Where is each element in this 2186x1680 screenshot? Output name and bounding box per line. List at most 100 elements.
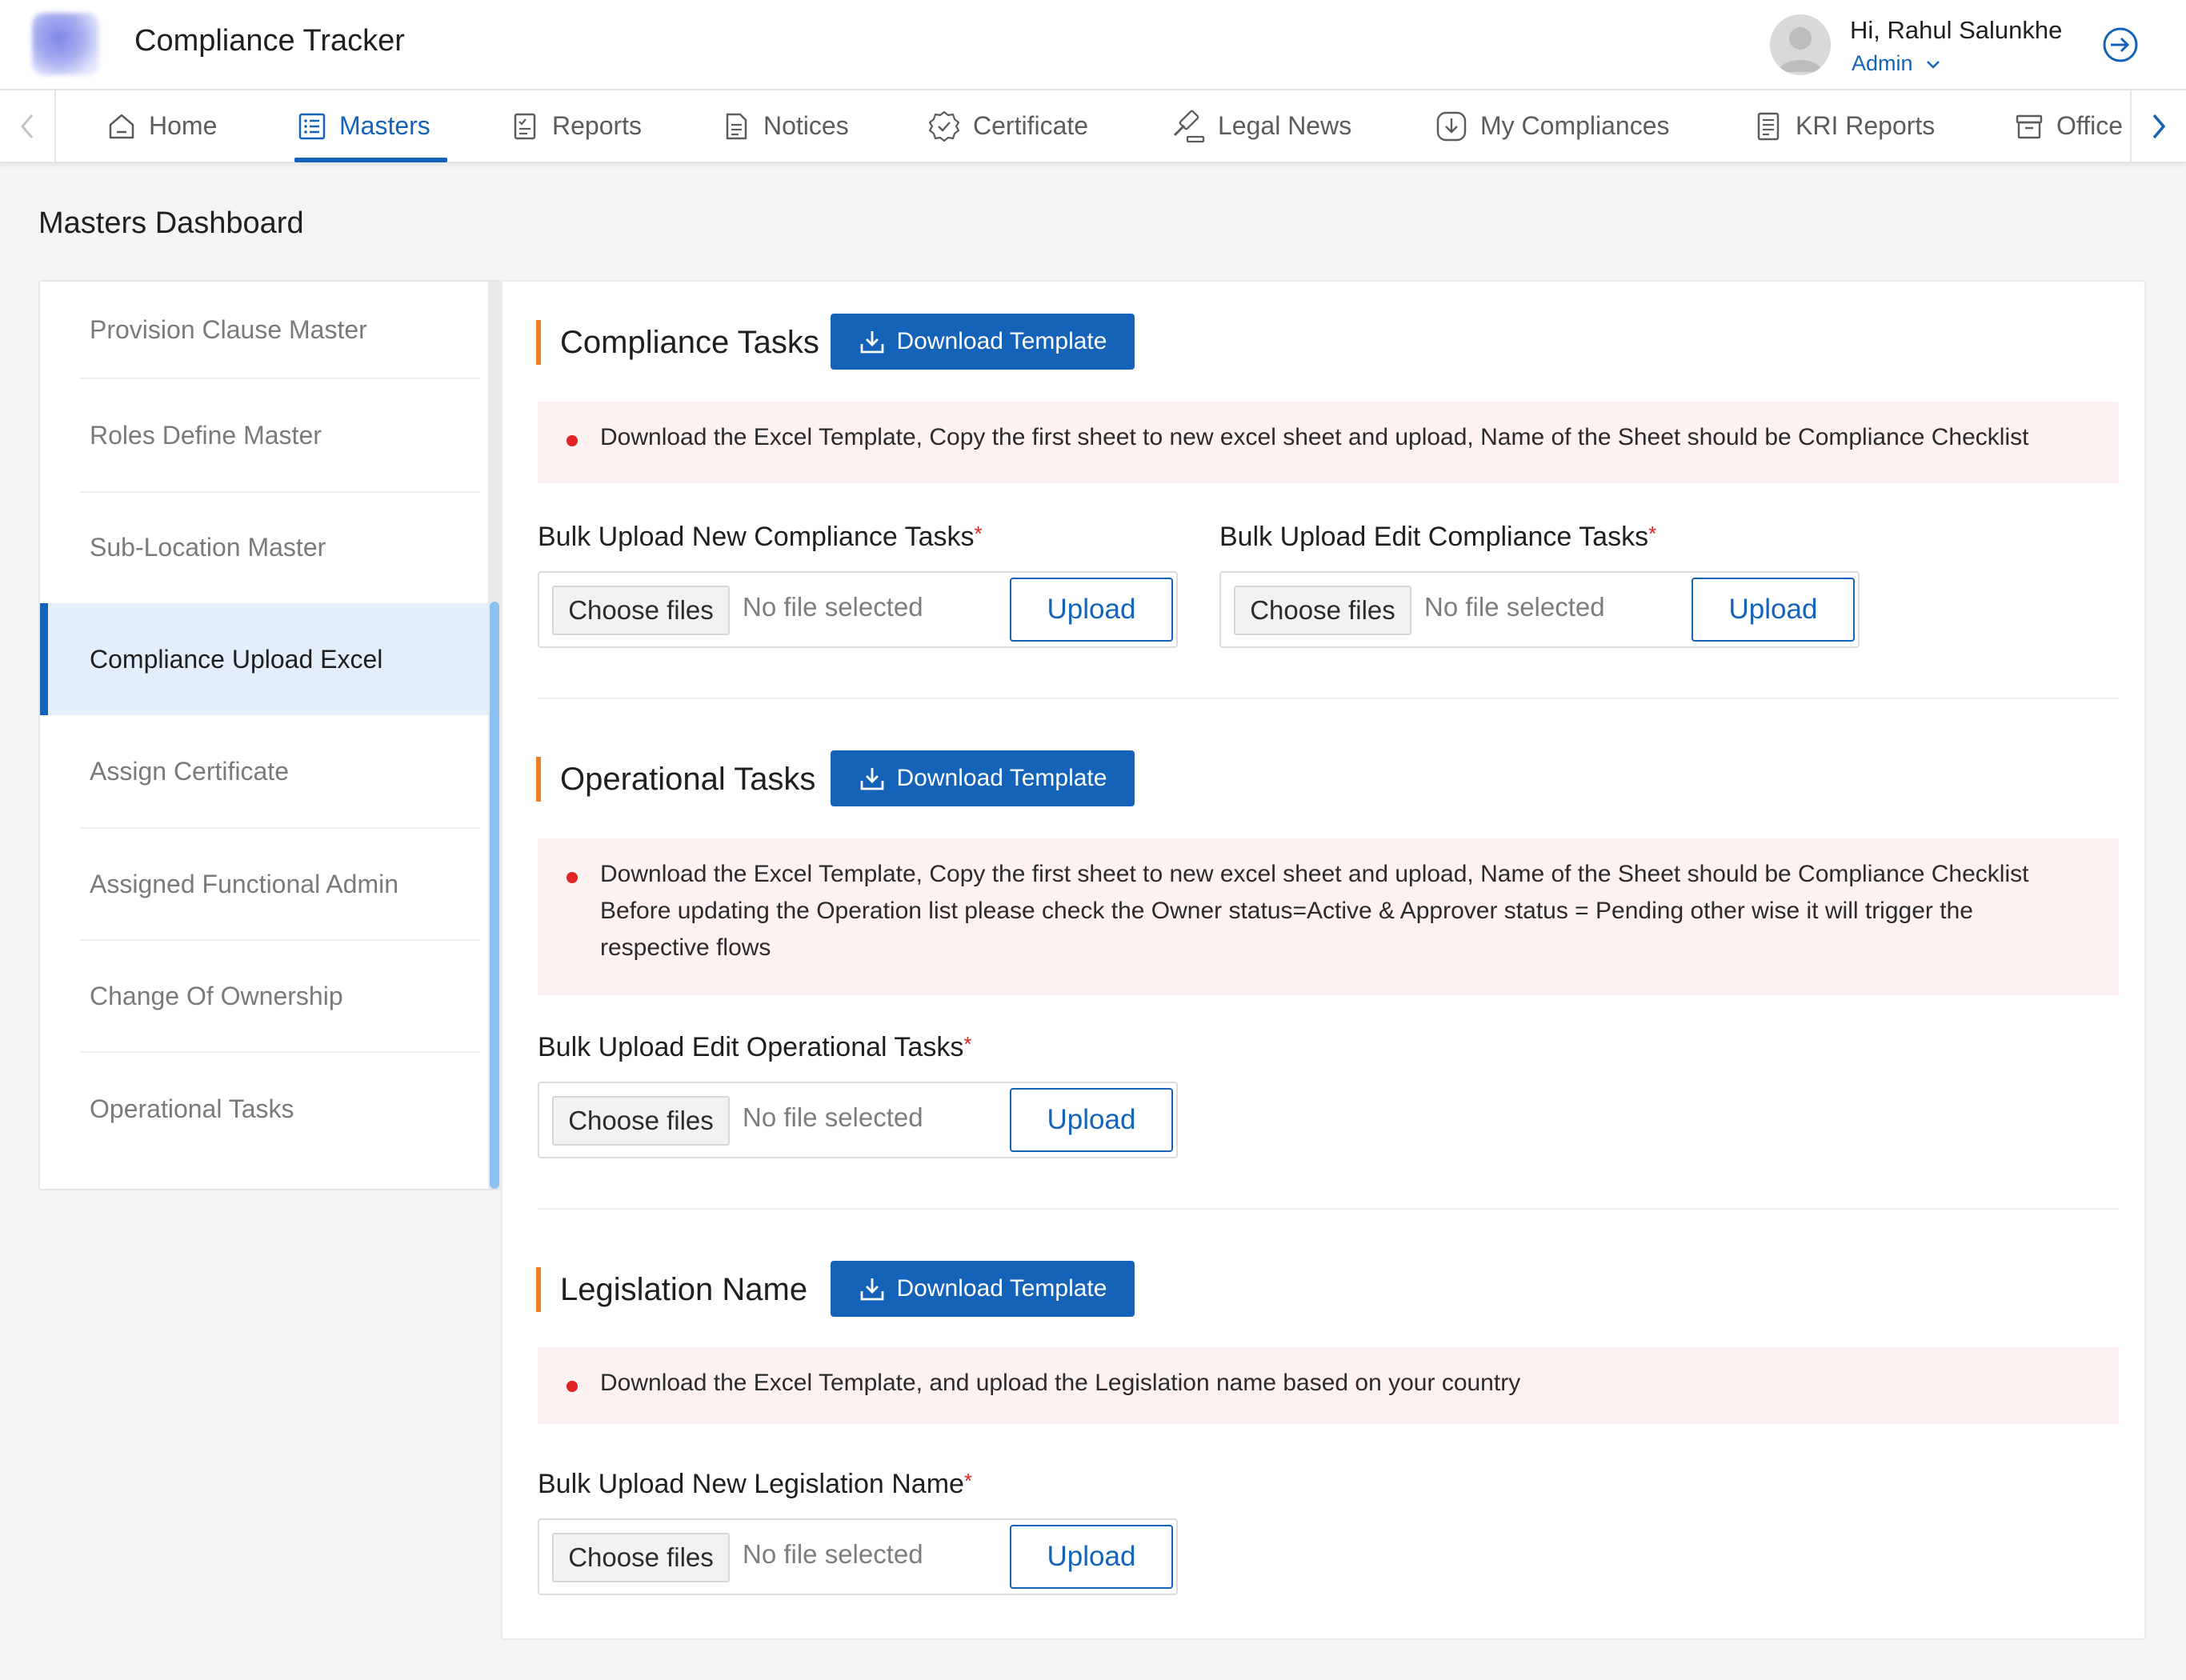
gavel-icon (1173, 110, 1205, 142)
main-nav: Home Masters Reports Notices Certificate… (0, 90, 2186, 163)
download-template-label: Download Template (896, 328, 1107, 354)
notice-text: Download the Excel Template, Copy the fi… (600, 424, 2029, 450)
sidebar-item-label: Provision Clause Master (90, 314, 367, 344)
sidebar-item-label: Roles Define Master (90, 420, 322, 450)
sidebar-item-assign-certificate[interactable]: Assign Certificate (40, 715, 488, 827)
download-icon (860, 1278, 883, 1301)
logout-icon[interactable] (2101, 26, 2140, 64)
sidebar-item-provision-clause-master[interactable]: Provision Clause Master (40, 282, 488, 378)
required-mark: * (963, 1469, 973, 1493)
choose-files-button[interactable]: Choose files (552, 586, 730, 635)
archive-icon (2016, 114, 2043, 138)
file-status-text: No file selected (1424, 592, 1605, 622)
field-label-bulk-upload-edit-operational-tasks: Bulk Upload Edit Operational Tasks* (538, 1032, 971, 1063)
sidebar-item-assigned-functional-admin[interactable]: Assigned Functional Admin (40, 829, 488, 939)
report-list-icon (1757, 112, 1780, 140)
section-title-compliance-tasks: Compliance Tasks (536, 320, 819, 365)
field-label-bulk-upload-new-legislation-name: Bulk Upload New Legislation Name* (538, 1469, 972, 1500)
nav-item-home[interactable]: Home (106, 90, 217, 162)
nav-item-office[interactable]: Office (2013, 90, 2123, 162)
download-template-label: Download Template (896, 1275, 1107, 1302)
notice-text: Download the Excel Template, and upload … (600, 1370, 1521, 1396)
upload-button[interactable]: Upload (1692, 578, 1855, 642)
masters-sidebar: Provision Clause Master Roles Define Mas… (38, 280, 501, 1190)
field-label-text: Bulk Upload Edit Compliance Tasks (1219, 522, 1649, 552)
file-status-text: No file selected (743, 1102, 923, 1132)
download-icon (860, 768, 883, 790)
download-template-button[interactable]: Download Template (831, 314, 1135, 370)
page-title: Masters Dashboard (38, 206, 304, 240)
nav-item-legal-news[interactable]: Legal News (1170, 90, 1351, 162)
nav-item-label: Home (149, 111, 218, 140)
field-label-text: Bulk Upload New Legislation Name (538, 1469, 964, 1499)
document-icon (726, 113, 747, 139)
file-upload-new-compliance-tasks: Choose files No file selected Upload (538, 571, 1178, 648)
upload-button[interactable]: Upload (1010, 1525, 1173, 1589)
user-role-dropdown[interactable]: Admin (1852, 51, 1941, 76)
nav-item-label: Office (2056, 111, 2123, 140)
section-divider (538, 698, 2119, 699)
badge-icon (928, 110, 960, 142)
chevron-left-icon (21, 114, 34, 138)
sidebar-item-label: Compliance Upload Excel (90, 644, 383, 674)
nav-item-masters[interactable]: Masters (296, 90, 430, 162)
required-mark: * (963, 1032, 972, 1056)
file-status-text: No file selected (743, 1539, 923, 1569)
upload-panel: Compliance Tasks Download Template Downl… (501, 280, 2146, 1640)
choose-files-button[interactable]: Choose files (1234, 586, 1411, 635)
nav-active-indicator (294, 158, 447, 162)
choose-files-button[interactable]: Choose files (552, 1096, 730, 1146)
sidebar-item-compliance-upload-excel[interactable]: Compliance Upload Excel (40, 603, 488, 715)
upload-button[interactable]: Upload (1010, 1088, 1173, 1152)
section-title-operational-tasks: Operational Tasks (536, 757, 815, 802)
list-icon (298, 113, 326, 139)
sidebar-item-label: Change Of Ownership (90, 981, 343, 1010)
bullet-dot-icon (567, 872, 578, 883)
chevron-down-icon (1927, 60, 1940, 69)
sidebar-item-sub-location-master[interactable]: Sub-Location Master (40, 493, 488, 602)
sidebar-item-roles-define-master[interactable]: Roles Define Master (40, 379, 488, 491)
sidebar-item-label: Assigned Functional Admin (90, 869, 398, 898)
nav-item-label: Notices (763, 111, 849, 140)
section-divider (538, 1208, 2119, 1210)
notice-text: Download the Excel Template, Copy the fi… (600, 861, 2029, 961)
nav-item-label: My Compliances (1480, 111, 1670, 140)
sidebar-item-change-of-ownership[interactable]: Change Of Ownership (40, 941, 488, 1051)
section-title-legislation-name: Legislation Name (536, 1267, 807, 1312)
field-label-bulk-upload-new-compliance-tasks: Bulk Upload New Compliance Tasks* (538, 522, 983, 553)
upload-button[interactable]: Upload (1010, 578, 1173, 642)
instruction-notice: Download the Excel Template, Copy the fi… (538, 402, 2119, 483)
file-upload-edit-compliance-tasks: Choose files No file selected Upload (1219, 571, 1860, 648)
app-title: Compliance Tracker (134, 24, 405, 58)
required-mark: * (974, 522, 983, 546)
bullet-dot-icon (567, 435, 578, 446)
sidebar-item-operational-tasks[interactable]: Operational Tasks (40, 1053, 488, 1165)
choose-files-button[interactable]: Choose files (552, 1533, 730, 1582)
user-greeting: Hi, Rahul Salunkhe (1850, 16, 2063, 44)
field-label-bulk-upload-edit-compliance-tasks: Bulk Upload Edit Compliance Tasks* (1219, 522, 1656, 553)
nav-scroll-right-button[interactable] (2130, 90, 2186, 162)
report-icon (514, 113, 536, 139)
required-mark: * (1648, 522, 1657, 546)
file-upload-new-legislation-name: Choose files No file selected Upload (538, 1518, 1178, 1595)
nav-item-kri-reports[interactable]: KRI Reports (1752, 90, 1935, 162)
nav-item-my-compliances[interactable]: My Compliances (1434, 90, 1670, 162)
nav-scroll-left-button[interactable] (0, 90, 56, 162)
avatar[interactable] (1770, 14, 1831, 75)
nav-item-label: Legal News (1218, 111, 1352, 140)
field-label-text: Bulk Upload New Compliance Tasks (538, 522, 975, 552)
instruction-notice: Download the Excel Template, and upload … (538, 1347, 2119, 1424)
nav-item-reports[interactable]: Reports (509, 90, 642, 162)
nav-item-label: KRI Reports (1796, 111, 1936, 140)
nav-item-notices[interactable]: Notices (720, 90, 849, 162)
instruction-notice: Download the Excel Template, Copy the fi… (538, 838, 2119, 995)
nav-item-label: Reports (552, 111, 643, 140)
nav-item-certificate[interactable]: Certificate (927, 90, 1088, 162)
download-template-button[interactable]: Download Template (831, 750, 1135, 806)
chevron-right-icon (2152, 114, 2166, 138)
download-template-label: Download Template (896, 765, 1107, 791)
download-template-button[interactable]: Download Template (831, 1261, 1135, 1317)
sidebar-item-label: Assign Certificate (90, 756, 289, 786)
top-bar: Compliance Tracker Hi, Rahul Salunkhe Ad… (0, 0, 2186, 90)
sidebar-scrollbar-thumb[interactable] (490, 602, 499, 1189)
